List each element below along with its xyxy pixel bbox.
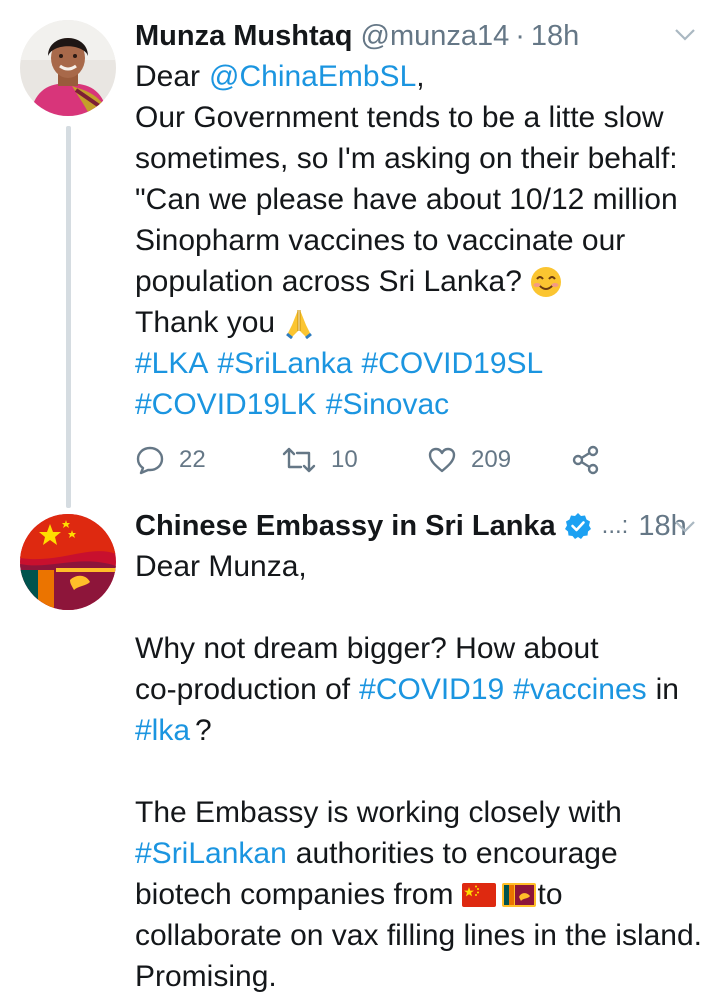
text-segment: Why not dream bigger? How about	[135, 632, 599, 665]
text-segment: ?	[195, 714, 212, 747]
hashtag-link[interactable]: #COVID19LK	[135, 384, 317, 425]
text-segment: Sinopharm vaccines to vaccinate our	[135, 224, 626, 257]
text-line: Dear @ChinaEmbSL ,	[135, 56, 710, 97]
tweet-text: Dear @ChinaEmbSL , Our Government tends …	[135, 56, 710, 425]
verified-badge-icon	[564, 513, 591, 539]
heart-icon	[428, 447, 456, 473]
author-handle[interactable]: @munza14	[361, 16, 510, 56]
text-line: Why not dream bigger? How about	[135, 628, 710, 669]
text-segment: authorities to encourage	[295, 837, 618, 870]
text-segment: Promising.	[135, 960, 277, 993]
text-line: #SriLankan authorities to encourage	[135, 833, 710, 874]
hashtag-link[interactable]: #lka	[135, 710, 190, 751]
text-segment: The Embassy is working closely with	[135, 796, 622, 829]
text-line: population across Sri Lanka?	[135, 261, 710, 302]
tweet-header: Chinese Embassy in Sri Lanka ...: 18h	[135, 506, 700, 546]
reply-button[interactable]: 22	[135, 438, 206, 482]
share-button[interactable]	[571, 438, 601, 482]
author-name[interactable]: Chinese Embassy in Sri Lanka	[135, 506, 556, 546]
author-name[interactable]: Munza Mushtaq	[135, 16, 353, 56]
author-handle-truncated[interactable]: ...:	[602, 506, 629, 546]
hashtag-link[interactable]: #SriLankan	[135, 833, 287, 874]
china-flag-icon	[461, 882, 496, 907]
retweet-icon	[282, 447, 316, 473]
tweet-timestamp[interactable]: 18h	[531, 16, 579, 56]
text-segment: co-production of	[135, 673, 351, 706]
smiling-face-emoji-icon	[530, 266, 561, 297]
sri-lanka-flag-icon	[501, 882, 536, 907]
text-line: Promising.	[135, 956, 710, 997]
text-line: co-production of #COVID19 #vaccines in	[135, 669, 710, 710]
text-segment: sometimes, so I'm asking on their behalf…	[135, 142, 678, 175]
avatar-munza[interactable]	[20, 20, 116, 116]
text-line: Our Government tends to be a litte slow	[135, 97, 710, 138]
mention-link[interactable]: @ChinaEmbSL	[209, 56, 416, 97]
text-line: The Embassy is working closely with	[135, 792, 710, 833]
text-segment: collaborate on vax filling lines in the …	[135, 919, 702, 952]
hashtag-link[interactable]: #COVID19	[359, 669, 504, 710]
thread-connector-line	[66, 126, 71, 508]
share-icon	[572, 445, 599, 475]
tweet-text: Dear Munza, Why not dream bigger? How ab…	[135, 546, 710, 997]
chevron-down-icon[interactable]	[674, 28, 696, 42]
hashtag-link[interactable]: #vaccines	[513, 669, 646, 710]
text-segment: Our Government tends to be a litte slow	[135, 101, 664, 134]
text-segment: in	[655, 673, 679, 706]
text-segment: to	[537, 878, 563, 911]
hashtag-link[interactable]: #LKA	[135, 343, 208, 384]
tweet-chinese-embassy[interactable]: Chinese Embassy in Sri Lanka ...: 18h De…	[0, 500, 720, 1002]
text-line: Dear Munza,	[135, 546, 710, 587]
text-segment: "Can we please have about 10/12 million	[135, 183, 678, 216]
reply-count: 22	[179, 446, 206, 473]
hashtag-line: #LKA #SriLanka #COVID19SL	[135, 343, 710, 384]
retweet-count: 10	[331, 446, 358, 473]
text-line: collaborate on vax filling lines in the …	[135, 915, 710, 956]
text-line: #lka ?	[135, 710, 710, 751]
folded-hands-emoji-icon	[286, 309, 313, 339]
separator-dot: ·	[515, 20, 525, 52]
text-segment: biotech companies from	[135, 878, 454, 911]
text-line: "Can we please have about 10/12 million	[135, 179, 710, 220]
hashtag-link[interactable]: #SriLanka	[217, 343, 352, 384]
text-segment: Dear	[135, 60, 201, 93]
text-line: Sinopharm vaccines to vaccinate our	[135, 220, 710, 261]
tweet-header: Munza Mushtaq @munza14 · 18h	[135, 16, 700, 56]
tweet-actions: 22 10 209	[135, 438, 615, 482]
hashtag-line: #COVID19LK #Sinovac	[135, 384, 710, 425]
text-segment: Thank you	[135, 306, 276, 339]
retweet-button[interactable]: 10	[281, 438, 358, 482]
hashtag-link[interactable]: #COVID19SL	[361, 343, 543, 384]
text-segment: ,	[416, 60, 425, 93]
like-count: 209	[471, 446, 512, 473]
hashtag-link[interactable]: #Sinovac	[326, 384, 449, 425]
avatar-chinese-embassy[interactable]	[20, 514, 116, 610]
reply-icon	[136, 446, 164, 475]
text-line: biotech companies from to	[135, 874, 710, 915]
chevron-down-icon[interactable]	[674, 520, 696, 534]
like-button[interactable]: 209	[427, 438, 511, 482]
text-segment: population across Sri Lanka?	[135, 265, 522, 298]
text-line: sometimes, so I'm asking on their behalf…	[135, 138, 710, 179]
text-segment: Dear Munza,	[135, 550, 307, 583]
text-line: Thank you	[135, 302, 710, 343]
tweet-munza[interactable]: Munza Mushtaq @munza14 · 18h Dear @China…	[0, 0, 720, 508]
